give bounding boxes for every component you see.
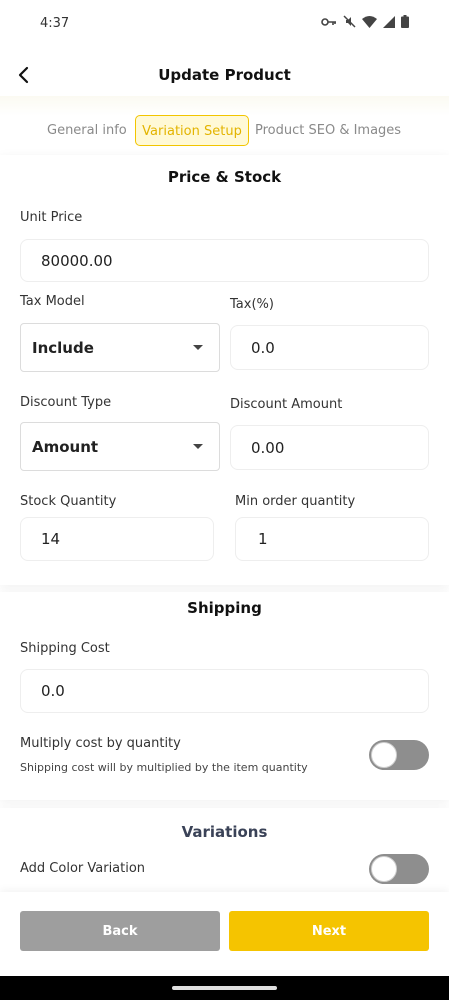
shipping-cost-input[interactable]: 0.0 (20, 669, 429, 713)
min-order-quantity-label: Min order quantity (235, 494, 356, 509)
status-icons (321, 15, 409, 28)
tab-variation-setup[interactable]: Variation Setup (135, 115, 249, 146)
discount-amount-label: Discount Amount (230, 397, 343, 412)
chevron-down-icon (193, 444, 203, 449)
mute-icon (343, 15, 356, 28)
next-button[interactable]: Next (229, 911, 429, 951)
battery-icon (401, 15, 409, 28)
tab-general-info[interactable]: General info (47, 115, 127, 146)
tax-model-label: Tax Model (20, 294, 85, 309)
tax-label: Tax(%) (230, 297, 274, 312)
toggle-knob (371, 856, 397, 882)
tax-input[interactable]: 0.0 (230, 325, 429, 370)
back-button[interactable]: Back (20, 911, 220, 951)
unit-price-input[interactable]: 80000.00 (20, 239, 429, 282)
tab-product-seo-images[interactable]: Product SEO & Images (255, 115, 401, 146)
add-color-variation-toggle[interactable] (369, 854, 429, 884)
price-stock-title: Price & Stock (167, 168, 282, 186)
key-icon (321, 17, 336, 26)
tax-model-select[interactable]: Include (20, 323, 220, 372)
tax-model-value: Include (32, 338, 94, 357)
wifi-icon (362, 15, 377, 28)
discount-type-value: Amount (32, 437, 99, 456)
discount-type-label: Discount Type (20, 395, 112, 410)
toggle-knob (371, 742, 397, 768)
multiply-cost-toggle[interactable] (369, 740, 429, 770)
status-time: 4:37 (40, 16, 70, 31)
multiply-cost-note: Shipping cost will by multiplied by the … (20, 761, 308, 774)
discount-amount-input[interactable]: 0.00 (230, 425, 429, 470)
min-order-quantity-input[interactable]: 1 (235, 517, 429, 561)
tab-bar: General info Variation Setup Product SEO… (0, 115, 449, 147)
multiply-cost-label: Multiply cost by quantity (20, 736, 181, 751)
unit-price-label: Unit Price (20, 210, 83, 225)
page-title: Update Product (158, 66, 291, 84)
shipping-cost-label: Shipping Cost (20, 641, 110, 656)
stock-quantity-input[interactable]: 14 (20, 517, 214, 561)
header-divider (0, 96, 449, 116)
shipping-title: Shipping (187, 599, 262, 617)
stock-quantity-label: Stock Quantity (20, 494, 117, 509)
add-color-variation-label: Add Color Variation (20, 861, 146, 876)
chevron-down-icon (193, 345, 203, 350)
signal-icon (383, 15, 395, 28)
discount-type-select[interactable]: Amount (20, 422, 220, 471)
home-gesture-handle[interactable] (172, 986, 277, 990)
variations-title: Variations (181, 823, 268, 841)
